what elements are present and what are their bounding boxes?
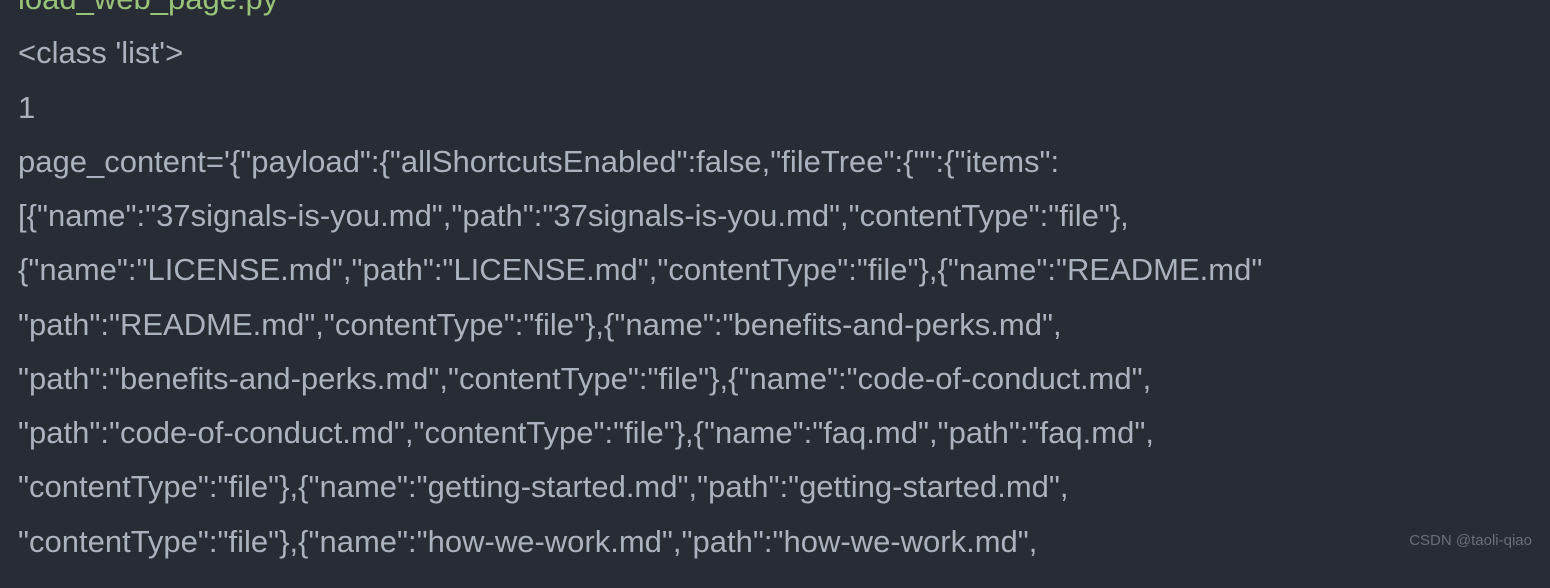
- output-type-line: <class 'list'>: [18, 26, 1532, 80]
- output-count-line: 1: [18, 81, 1532, 135]
- page-content-output: page_content='{"payload":{"allShortcutsE…: [18, 135, 1532, 569]
- watermark-text: CSDN @taoli-qiao: [1409, 528, 1532, 554]
- script-filename: load_web_page.py: [18, 0, 1532, 26]
